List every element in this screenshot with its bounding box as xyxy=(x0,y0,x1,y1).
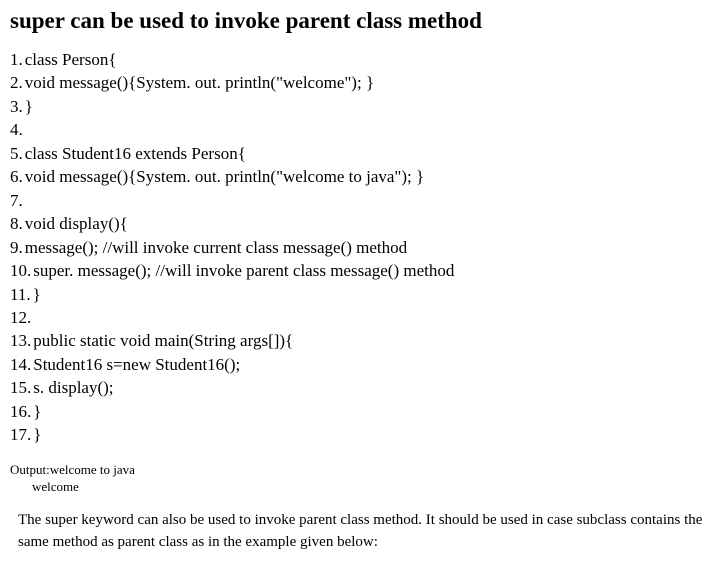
code-text: s. display(); xyxy=(33,376,113,399)
code-text: } xyxy=(33,423,41,446)
code-text: void display(){ xyxy=(25,212,128,235)
code-line: 8.void display(){ xyxy=(10,212,710,235)
code-text: super. message(); //will invoke parent c… xyxy=(33,259,454,282)
line-number: 11. xyxy=(10,283,31,306)
line-number: 15. xyxy=(10,376,31,399)
line-number: 7. xyxy=(10,189,23,212)
line-number: 5. xyxy=(10,142,23,165)
code-text: class Student16 extends Person{ xyxy=(25,142,246,165)
code-line: 16.} xyxy=(10,400,710,423)
line-number: 1. xyxy=(10,48,23,71)
code-line: 11.} xyxy=(10,283,710,306)
output-label: Output: xyxy=(10,462,50,477)
code-line: 6.void message(){System. out. println("w… xyxy=(10,165,710,188)
code-text: void message(){System. out. println("wel… xyxy=(25,165,424,188)
code-text: Student16 s=new Student16(); xyxy=(33,353,240,376)
code-text: } xyxy=(25,95,33,118)
code-text: message(); //will invoke current class m… xyxy=(25,236,407,259)
line-number: 8. xyxy=(10,212,23,235)
page-title: super can be used to invoke parent class… xyxy=(10,8,710,34)
line-number: 4. xyxy=(10,118,23,141)
line-number: 2. xyxy=(10,71,23,94)
code-line: 10.super. message(); //will invoke paren… xyxy=(10,259,710,282)
code-listing: 1.class Person{2.void message(){System. … xyxy=(10,48,710,447)
code-text: void message(){System. out. println("wel… xyxy=(25,71,374,94)
code-line: 9.message(); //will invoke current class… xyxy=(10,236,710,259)
line-number: 13. xyxy=(10,329,31,352)
code-line: 2.void message(){System. out. println("w… xyxy=(10,71,710,94)
code-line: 12. xyxy=(10,306,710,329)
code-line: 7. xyxy=(10,189,710,212)
code-line: 3.} xyxy=(10,95,710,118)
line-number: 6. xyxy=(10,165,23,188)
output-line-2: welcome xyxy=(10,478,710,496)
output-block: Output:welcome to java welcome xyxy=(10,461,710,496)
description-text: The super keyword can also be used to in… xyxy=(10,510,710,554)
line-number: 16. xyxy=(10,400,31,423)
code-text: } xyxy=(33,283,41,306)
line-number: 12. xyxy=(10,306,31,329)
line-number: 10. xyxy=(10,259,31,282)
code-line: 17.} xyxy=(10,423,710,446)
code-text: } xyxy=(33,400,41,423)
output-line-1: welcome to java xyxy=(50,462,135,477)
code-line: 4. xyxy=(10,118,710,141)
code-line: 5.class Student16 extends Person{ xyxy=(10,142,710,165)
code-text: public static void main(String args[]){ xyxy=(33,329,293,352)
code-text: class Person{ xyxy=(25,48,117,71)
code-line: 14.Student16 s=new Student16(); xyxy=(10,353,710,376)
code-line: 15.s. display(); xyxy=(10,376,710,399)
line-number: 14. xyxy=(10,353,31,376)
code-line: 13.public static void main(String args[]… xyxy=(10,329,710,352)
line-number: 9. xyxy=(10,236,23,259)
line-number: 3. xyxy=(10,95,23,118)
code-line: 1.class Person{ xyxy=(10,48,710,71)
line-number: 17. xyxy=(10,423,31,446)
